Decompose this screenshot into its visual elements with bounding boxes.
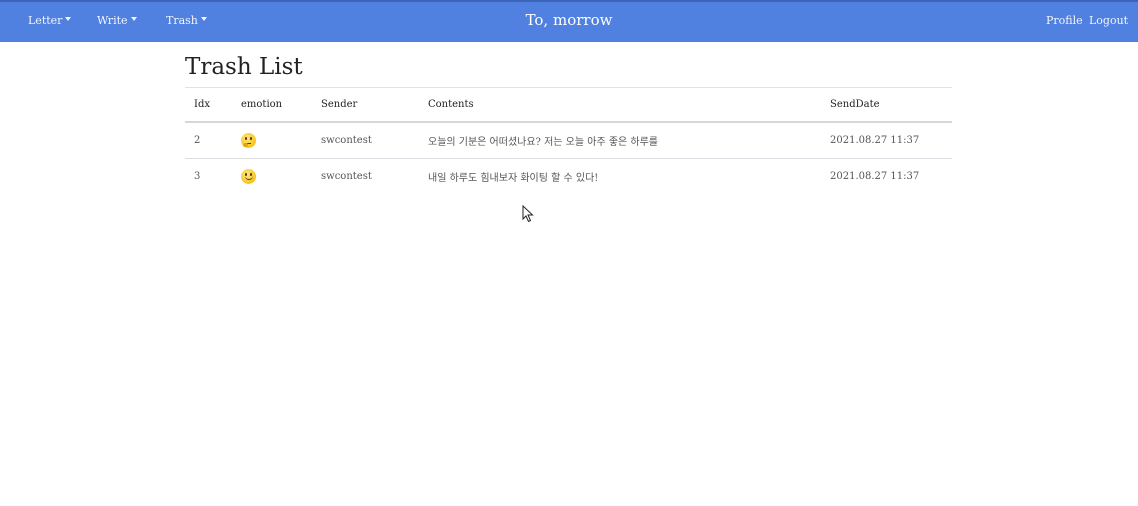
- cell-sender: swcontest: [312, 122, 419, 159]
- page-title: Trash List: [185, 54, 303, 80]
- smiling-face-icon: [241, 168, 256, 184]
- mouse-pointer-icon: [522, 205, 534, 223]
- cell-senddate: 2021.08.27 11:37: [821, 122, 952, 159]
- nav-menu-letter[interactable]: Letter: [28, 14, 72, 27]
- trash-table: Idx emotion Sender Contents SendDate 2 s…: [185, 88, 952, 194]
- trash-table-container: Idx emotion Sender Contents SendDate 2 s…: [185, 87, 952, 194]
- table-row[interactable]: 3 swcontest 내일 하루도 힘내보자 화이팅 할 수 있다! 2021…: [185, 158, 952, 194]
- top-navbar: Letter Write Trash To, morrow Profile Lo…: [0, 0, 1138, 42]
- cell-emotion: [232, 122, 312, 159]
- cell-idx: 3: [194, 170, 201, 182]
- column-header-contents: Contents: [419, 88, 821, 123]
- logout-link[interactable]: Logout: [1089, 14, 1128, 27]
- thinking-face-icon: [241, 132, 256, 148]
- cell-contents[interactable]: 내일 하루도 힘내보자 화이팅 할 수 있다!: [419, 158, 821, 194]
- nav-menu-write-label: Write: [97, 14, 128, 27]
- brand-title[interactable]: To, morrow: [526, 11, 613, 29]
- cell-emotion: [232, 158, 312, 194]
- nav-menu-trash[interactable]: Trash: [166, 14, 207, 27]
- nav-menu-trash-label: Trash: [166, 14, 198, 27]
- column-header-sender: Sender: [312, 88, 419, 123]
- cell-senddate: 2021.08.27 11:37: [830, 170, 920, 182]
- column-header-senddate: SendDate: [821, 88, 952, 123]
- caret-down-icon: [200, 17, 207, 21]
- profile-link[interactable]: Profile: [1046, 14, 1083, 27]
- caret-down-icon: [130, 17, 137, 21]
- cell-sender: swcontest: [321, 170, 372, 182]
- nav-menu-write[interactable]: Write: [97, 14, 137, 27]
- cell-idx: 2: [185, 122, 232, 159]
- cell-contents[interactable]: 오늘의 기분은 어떠셨나요? 저는 오늘 아주 좋은 하루를: [419, 122, 821, 159]
- caret-down-icon: [65, 17, 72, 21]
- table-header-row: Idx emotion Sender Contents SendDate: [185, 88, 952, 123]
- column-header-emotion: emotion: [232, 88, 312, 123]
- table-row[interactable]: 2 swcontest 오늘의 기분은 어떠셨나요? 저는 오늘 아주 좋은 하…: [185, 122, 952, 159]
- nav-menu-letter-label: Letter: [28, 14, 63, 27]
- column-header-idx: Idx: [185, 88, 232, 123]
